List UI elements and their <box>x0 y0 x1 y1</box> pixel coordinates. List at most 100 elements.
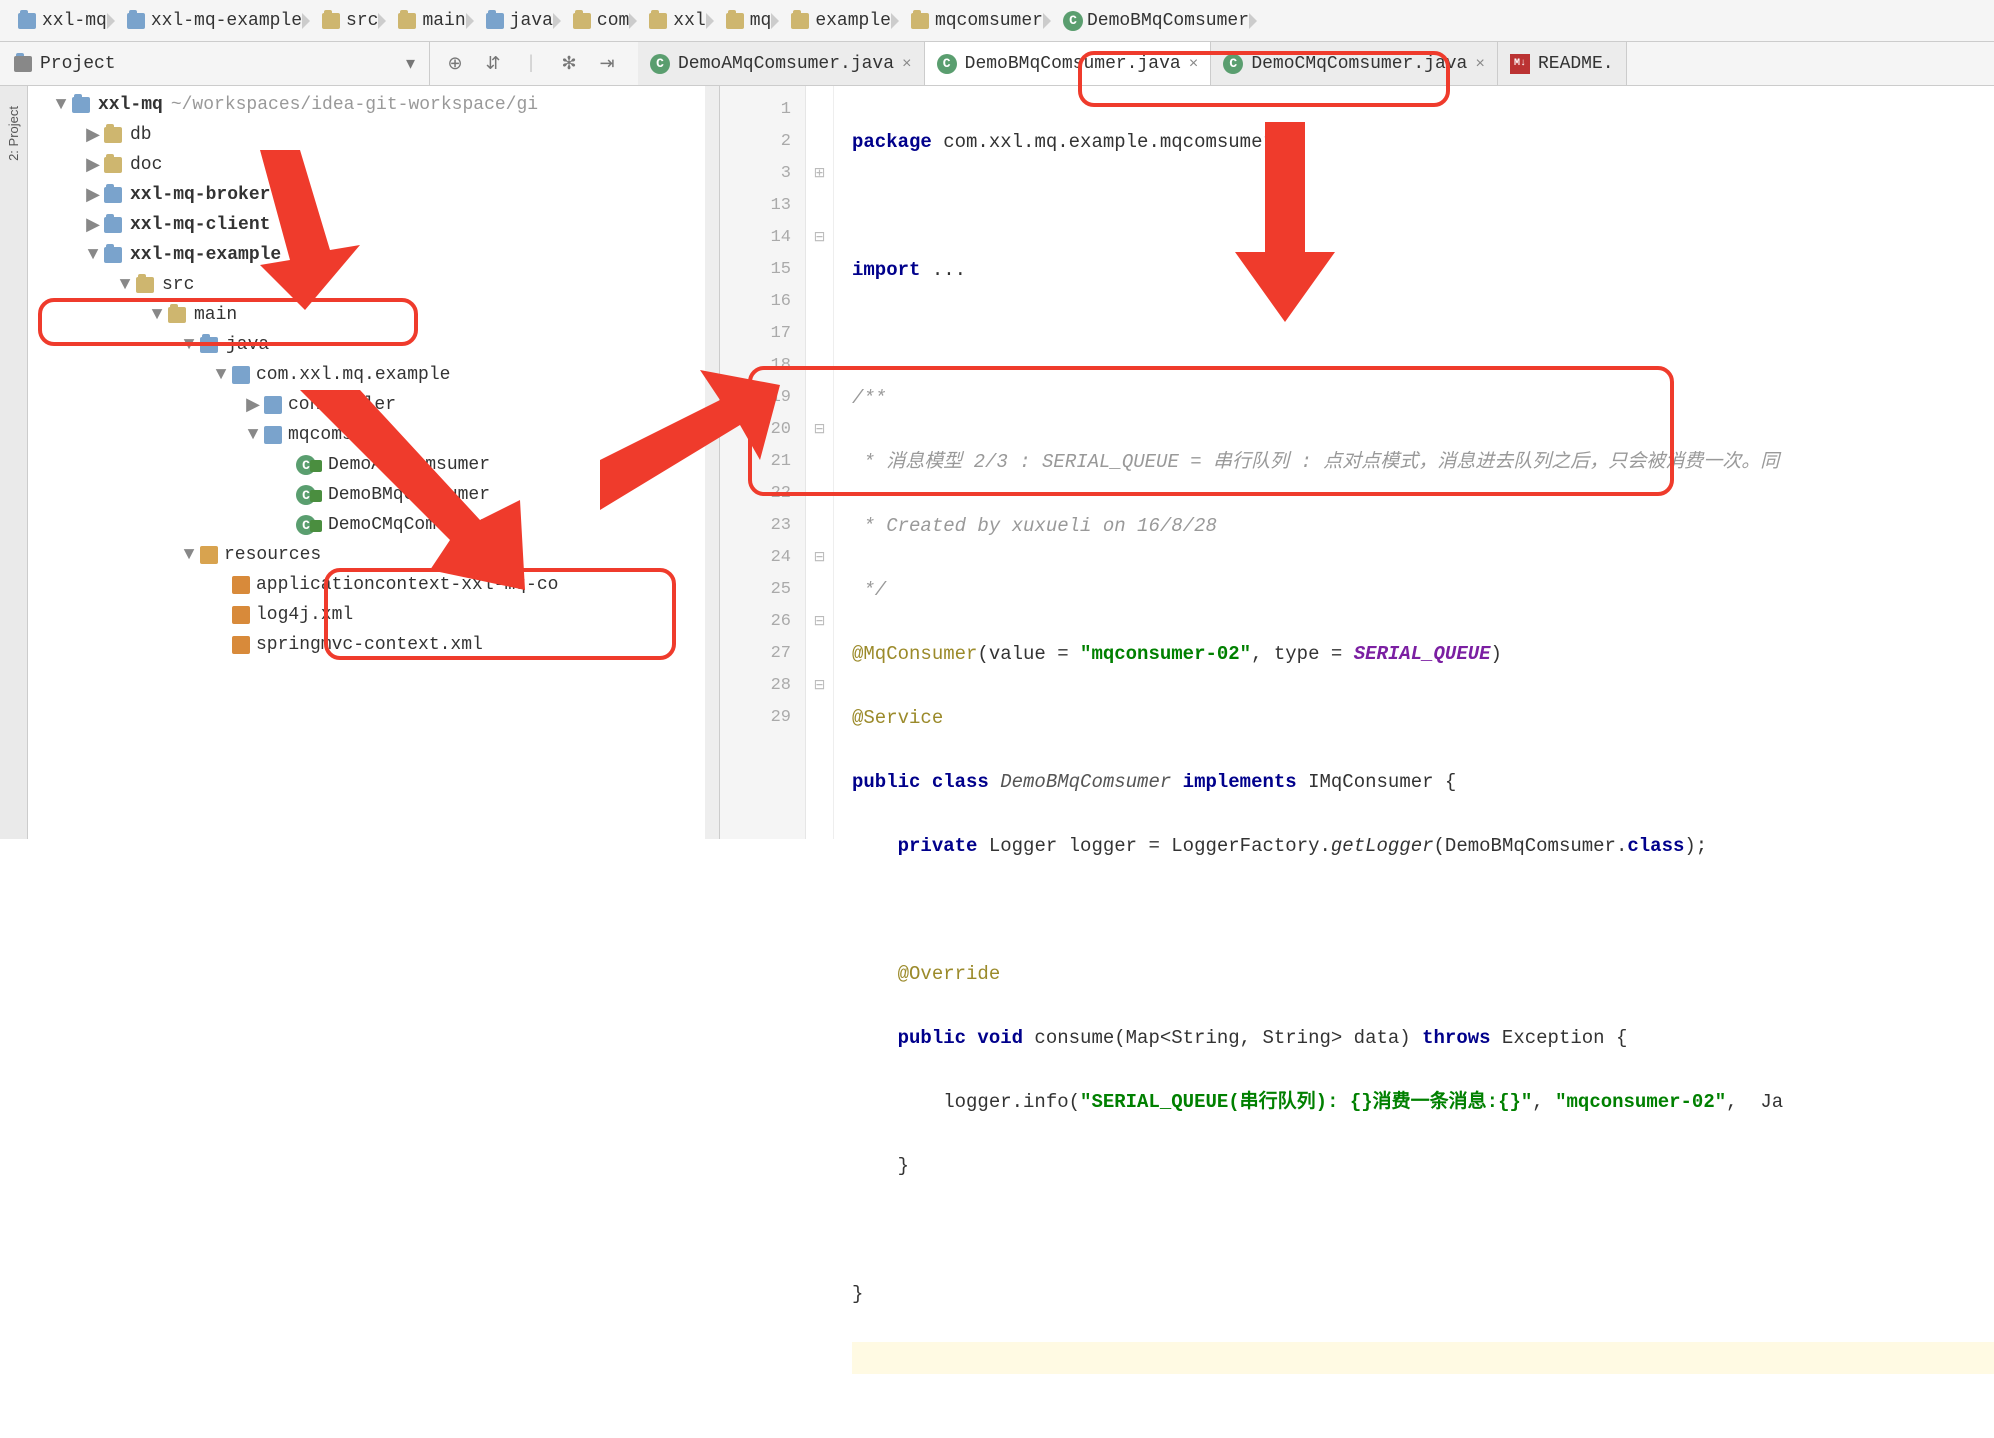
bc-label: src <box>346 11 378 31</box>
collapse-icon[interactable]: ⇵ <box>482 53 504 75</box>
bc-xxl[interactable]: xxl <box>639 11 715 31</box>
tree-row[interactable]: ▶controller <box>28 390 719 420</box>
project-tool-button[interactable]: Project ▾ <box>0 42 430 85</box>
expand-arrow-icon[interactable]: ▼ <box>182 545 196 565</box>
tree-row[interactable]: ▼xxl-mq-example <box>28 240 719 270</box>
expand-arrow-icon[interactable]: ▶ <box>86 124 100 146</box>
fold-strip[interactable]: ⊞ ⊟ ⊟ ⊟ ⊟ ⊟ <box>806 86 834 839</box>
fold-marker[interactable]: ⊟ <box>806 606 833 638</box>
expand-arrow-icon[interactable]: ▶ <box>86 184 100 206</box>
annotation: @MqConsumer <box>852 643 977 665</box>
code-area[interactable]: package com.xxl.mq.example.mqcomsumer; i… <box>834 86 1994 839</box>
text: , type = <box>1251 643 1354 665</box>
const: SERIAL_QUEUE <box>1354 643 1491 665</box>
text: Exception { <box>1491 1027 1628 1049</box>
line-number: 18 <box>720 350 791 382</box>
expand-arrow-icon[interactable]: ▼ <box>214 365 228 385</box>
bc-com[interactable]: com <box>563 11 639 31</box>
editor[interactable]: 1231314151617181920212223242526272829 ⊞ … <box>720 86 1994 839</box>
bc-java[interactable]: java <box>476 11 563 31</box>
expand-arrow-icon[interactable]: ▼ <box>150 305 164 325</box>
bc-demob[interactable]: CDemoBMqComsumer <box>1053 11 1259 31</box>
expand-arrow-icon[interactable]: ▼ <box>86 245 100 265</box>
line-number: 15 <box>720 254 791 286</box>
comment: * Created by xuxueli on 16/8/28 <box>852 510 1994 542</box>
tree-row[interactable]: ▼java <box>28 330 719 360</box>
tree-label: applicationcontext-xxl-mq-co <box>256 575 558 595</box>
tree-label: main <box>194 305 237 325</box>
fold-marker[interactable]: ⊟ <box>806 414 833 446</box>
expand-arrow-icon[interactable]: ▼ <box>54 95 68 115</box>
hide-icon[interactable]: ⇥ <box>596 53 618 75</box>
tree-row[interactable]: ▶xxl-mq-client <box>28 210 719 240</box>
tree-row[interactable]: ▼xxl-mq~/workspaces/idea-git-workspace/g… <box>28 90 719 120</box>
expand-arrow-icon[interactable]: ▶ <box>246 394 260 416</box>
project-label: Project <box>40 54 116 74</box>
tree-row[interactable]: log4j.xml <box>28 600 719 630</box>
fold-marker <box>806 702 833 734</box>
fold-marker[interactable]: ⊟ <box>806 222 833 254</box>
line-number: 16 <box>720 286 791 318</box>
text: com.xxl.mq.example.mqcomsumer; <box>932 131 1285 153</box>
bc-xxl-mq[interactable]: xxl-mq <box>8 11 117 31</box>
text: logger.info( <box>943 1091 1080 1113</box>
fold-marker[interactable]: ⊟ <box>806 542 833 574</box>
tab-democ[interactable]: CDemoCMqComsumer.java× <box>1211 42 1498 85</box>
tree-row[interactable]: ▶doc <box>28 150 719 180</box>
expand-arrow-icon[interactable]: ▼ <box>182 335 196 355</box>
line-number: 14 <box>720 222 791 254</box>
tree-extra: ~/workspaces/idea-git-workspace/gi <box>171 95 538 115</box>
comment: * 消息模型 2/3 : SERIAL_QUEUE = 串行队列 : 点对点模式… <box>852 446 1994 478</box>
bc-label: main <box>422 11 465 31</box>
text: IMqConsumer { <box>1297 771 1457 793</box>
fold-marker[interactable]: ⊟ <box>806 670 833 702</box>
text: } <box>852 1283 863 1305</box>
close-icon[interactable]: × <box>1475 55 1485 73</box>
string: "mqconsumer-02" <box>1555 1091 1726 1113</box>
tree-row[interactable]: CDemoCMqComsumer <box>28 510 719 540</box>
fold-marker[interactable]: ⊞ <box>806 158 833 190</box>
project-tree[interactable]: ▼xxl-mq~/workspaces/idea-git-workspace/g… <box>28 86 720 839</box>
bc-xxl-mq-example[interactable]: xxl-mq-example <box>117 11 312 31</box>
tree-row[interactable]: ▼resources <box>28 540 719 570</box>
tab-readme[interactable]: M↓README. <box>1498 42 1627 85</box>
package-icon <box>264 396 282 414</box>
tab-demob[interactable]: CDemoBMqComsumer.java× <box>925 42 1212 85</box>
tree-row[interactable]: springmvc-context.xml <box>28 630 719 660</box>
bc-label: xxl-mq-example <box>151 11 302 31</box>
fold-marker <box>806 382 833 414</box>
tree-label: com.xxl.mq.example <box>256 365 450 385</box>
sidebar-strip[interactable]: 2: Project <box>0 86 28 839</box>
bc-mqcomsumer[interactable]: mqcomsumer <box>901 11 1053 31</box>
tree-row[interactable]: CDemoAMqComsumer <box>28 450 719 480</box>
expand-arrow-icon[interactable]: ▼ <box>118 275 132 295</box>
tree-row[interactable]: CDemoBMqComsumer <box>28 480 719 510</box>
bc-main[interactable]: main <box>388 11 475 31</box>
lock-icon <box>310 520 322 532</box>
class-icon: C <box>1063 11 1083 31</box>
expand-arrow-icon[interactable]: ▶ <box>86 154 100 176</box>
bc-mq[interactable]: mq <box>716 11 782 31</box>
expand-arrow-icon[interactable]: ▶ <box>86 214 100 236</box>
target-icon[interactable]: ⊕ <box>444 53 466 75</box>
line-number: 24 <box>720 542 791 574</box>
scrollbar[interactable] <box>705 86 719 839</box>
tree-row[interactable]: ▼src <box>28 270 719 300</box>
expand-arrow-icon[interactable]: ▼ <box>246 425 260 445</box>
close-icon[interactable]: × <box>902 55 912 73</box>
tree-row[interactable]: ▼ main <box>28 300 719 330</box>
tree-row[interactable]: applicationcontext-xxl-mq-co <box>28 570 719 600</box>
tree-row[interactable]: ▶db <box>28 120 719 150</box>
tab-label: DemoCMqComsumer.java <box>1251 54 1467 74</box>
tree-row[interactable]: ▶xxl-mq-broker <box>28 180 719 210</box>
gear-icon[interactable]: ✻ <box>558 53 580 75</box>
line-number: 3 <box>720 158 791 190</box>
tree-row[interactable]: ▼ com.xxl.mq.example <box>28 360 719 390</box>
bc-example[interactable]: example <box>781 11 901 31</box>
close-icon[interactable]: × <box>1189 55 1199 73</box>
tree-label: DemoAMqComsumer <box>328 455 490 475</box>
tree-row[interactable]: ▼mqcomsumer <box>28 420 719 450</box>
bc-src[interactable]: src <box>312 11 388 31</box>
tab-demoa[interactable]: CDemoAMqComsumer.java× <box>638 42 925 85</box>
lock-icon <box>310 460 322 472</box>
